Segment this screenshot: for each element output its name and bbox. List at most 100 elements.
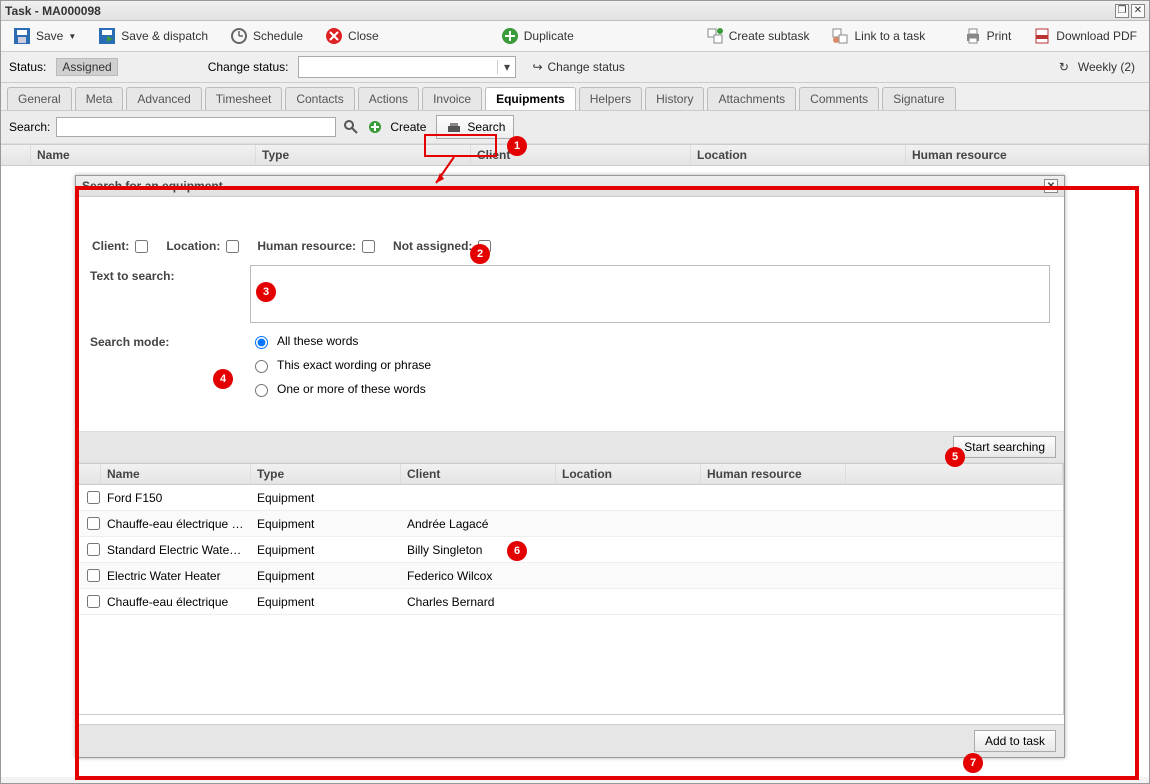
mode-exact-radio[interactable]	[255, 360, 268, 373]
client-checkbox[interactable]	[135, 240, 148, 253]
result-row[interactable]: Electric Water HeaterEquipmentFederico W…	[77, 563, 1063, 589]
row-checkbox[interactable]	[87, 569, 100, 582]
rh-name[interactable]: Name	[101, 464, 251, 484]
row-checkbox[interactable]	[87, 595, 100, 608]
row-location	[556, 599, 701, 605]
notassigned-checkbox[interactable]	[478, 240, 491, 253]
tab-invoice[interactable]: Invoice	[422, 87, 482, 110]
row-checkbox[interactable]	[87, 517, 100, 530]
rh-location[interactable]: Location	[556, 464, 701, 484]
hr-checkbox[interactable]	[362, 240, 375, 253]
mode-exact[interactable]: This exact wording or phrase	[250, 357, 431, 373]
search-button-label: Search	[467, 120, 505, 134]
row-checkbox[interactable]	[87, 543, 100, 556]
tab-timesheet[interactable]: Timesheet	[205, 87, 283, 110]
row-hr	[701, 599, 846, 605]
search-equipment-icon	[445, 118, 463, 136]
create-subtask-button[interactable]: Create subtask	[700, 25, 816, 47]
create-subtask-label: Create subtask	[729, 29, 810, 43]
link-task-label: Link to a task	[854, 29, 925, 43]
search-input[interactable]	[56, 117, 336, 137]
location-checkbox[interactable]	[226, 240, 239, 253]
rh-type[interactable]: Type	[251, 464, 401, 484]
close-red-icon	[325, 27, 343, 45]
tab-comments[interactable]: Comments	[799, 87, 879, 110]
create-plus-icon[interactable]	[366, 118, 384, 136]
tab-helpers[interactable]: Helpers	[579, 87, 642, 110]
dropdown-icon: ▾	[497, 60, 515, 74]
print-button[interactable]: Print	[958, 25, 1018, 47]
result-row[interactable]: Ford F150Equipment	[77, 485, 1063, 511]
link-icon	[831, 27, 849, 45]
close-button[interactable]: Close	[319, 25, 385, 47]
filter-row: Client: Location: Human resource: Not as…	[92, 239, 1050, 253]
gh-hr[interactable]: Human resource	[906, 145, 1149, 165]
tab-meta[interactable]: Meta	[75, 87, 124, 110]
caret-down-icon: ▼	[68, 32, 76, 41]
save-button[interactable]: Save ▼	[7, 25, 82, 47]
row-checkbox[interactable]	[87, 491, 100, 504]
gh-type[interactable]: Type	[256, 145, 471, 165]
search-equipment-dialog: Search for an equipment ✕ Client: Locati…	[75, 175, 1065, 758]
gh-client[interactable]: Client	[471, 145, 691, 165]
result-row[interactable]: Standard Electric Water H...EquipmentBil…	[77, 537, 1063, 563]
search-button[interactable]: Search	[436, 115, 514, 139]
print-label: Print	[987, 29, 1012, 43]
result-row[interactable]: Chauffe-eau électrique Sta...EquipmentAn…	[77, 511, 1063, 537]
text-to-search-input[interactable]	[250, 265, 1050, 323]
magnifier-icon[interactable]	[342, 118, 360, 136]
rh-hr[interactable]: Human resource	[701, 464, 846, 484]
tab-history[interactable]: History	[645, 87, 704, 110]
row-client: Federico Wilcox	[401, 566, 556, 586]
row-type: Equipment	[251, 540, 401, 560]
maximize-icon[interactable]: ❐	[1115, 4, 1129, 18]
row-client: Billy Singleton	[401, 540, 556, 560]
rh-client[interactable]: Client	[401, 464, 556, 484]
tab-strip: General Meta Advanced Timesheet Contacts…	[1, 83, 1149, 111]
gh-location[interactable]: Location	[691, 145, 906, 165]
subtask-icon	[706, 27, 724, 45]
close-window-icon[interactable]: ✕	[1131, 4, 1145, 18]
schedule-button[interactable]: Schedule	[224, 25, 309, 47]
filter-notassigned: Not assigned:	[393, 239, 491, 253]
mode-all-radio[interactable]	[255, 336, 268, 349]
start-searching-button[interactable]: Start searching	[953, 436, 1056, 458]
mode-one-radio[interactable]	[255, 384, 268, 397]
tab-attachments[interactable]: Attachments	[707, 87, 796, 110]
main-toolbar: Save ▼ Save & dispatch Schedule Close	[1, 21, 1149, 52]
tab-signature[interactable]: Signature	[882, 87, 955, 110]
tab-actions[interactable]: Actions	[358, 87, 419, 110]
link-task-button[interactable]: Link to a task	[825, 25, 931, 47]
duplicate-button[interactable]: Duplicate	[495, 25, 580, 47]
weekly-button[interactable]: ↻ Weekly (2)	[1049, 56, 1141, 78]
create-label[interactable]: Create	[390, 120, 426, 134]
duplicate-label: Duplicate	[524, 29, 574, 43]
download-pdf-button[interactable]: Download PDF	[1027, 25, 1143, 47]
row-type: Equipment	[251, 592, 401, 612]
row-type: Equipment	[251, 488, 401, 508]
change-status-label: Change status:	[208, 60, 289, 74]
gh-name[interactable]: Name	[31, 145, 256, 165]
content-area: Search for an equipment ✕ Client: Locati…	[1, 166, 1149, 777]
tab-equipments[interactable]: Equipments	[485, 87, 576, 110]
download-pdf-label: Download PDF	[1056, 29, 1137, 43]
tab-general[interactable]: General	[7, 87, 72, 110]
dialog-titlebar: Search for an equipment ✕	[76, 176, 1064, 197]
result-row[interactable]: Chauffe-eau électriqueEquipmentCharles B…	[77, 589, 1063, 615]
dialog-action-bar: Start searching	[76, 431, 1064, 463]
mode-all-words[interactable]: All these words	[250, 333, 431, 349]
change-status-button[interactable]: ↪ Change status	[526, 58, 630, 76]
save-dispatch-button[interactable]: Save & dispatch	[92, 25, 214, 47]
equipment-grid-header: Name Type Client Location Human resource	[1, 144, 1149, 166]
add-to-task-button[interactable]: Add to task	[974, 730, 1056, 752]
change-status-select[interactable]: ▾	[298, 56, 516, 78]
tab-advanced[interactable]: Advanced	[126, 87, 201, 110]
tab-contacts[interactable]: Contacts	[285, 87, 354, 110]
row-type: Equipment	[251, 566, 401, 586]
mode-one-or-more[interactable]: One or more of these words	[250, 381, 431, 397]
dialog-close-icon[interactable]: ✕	[1044, 179, 1058, 193]
floppy-icon	[13, 27, 31, 45]
dialog-title: Search for an equipment	[82, 179, 223, 193]
row-location	[556, 495, 701, 501]
row-hr	[701, 573, 846, 579]
